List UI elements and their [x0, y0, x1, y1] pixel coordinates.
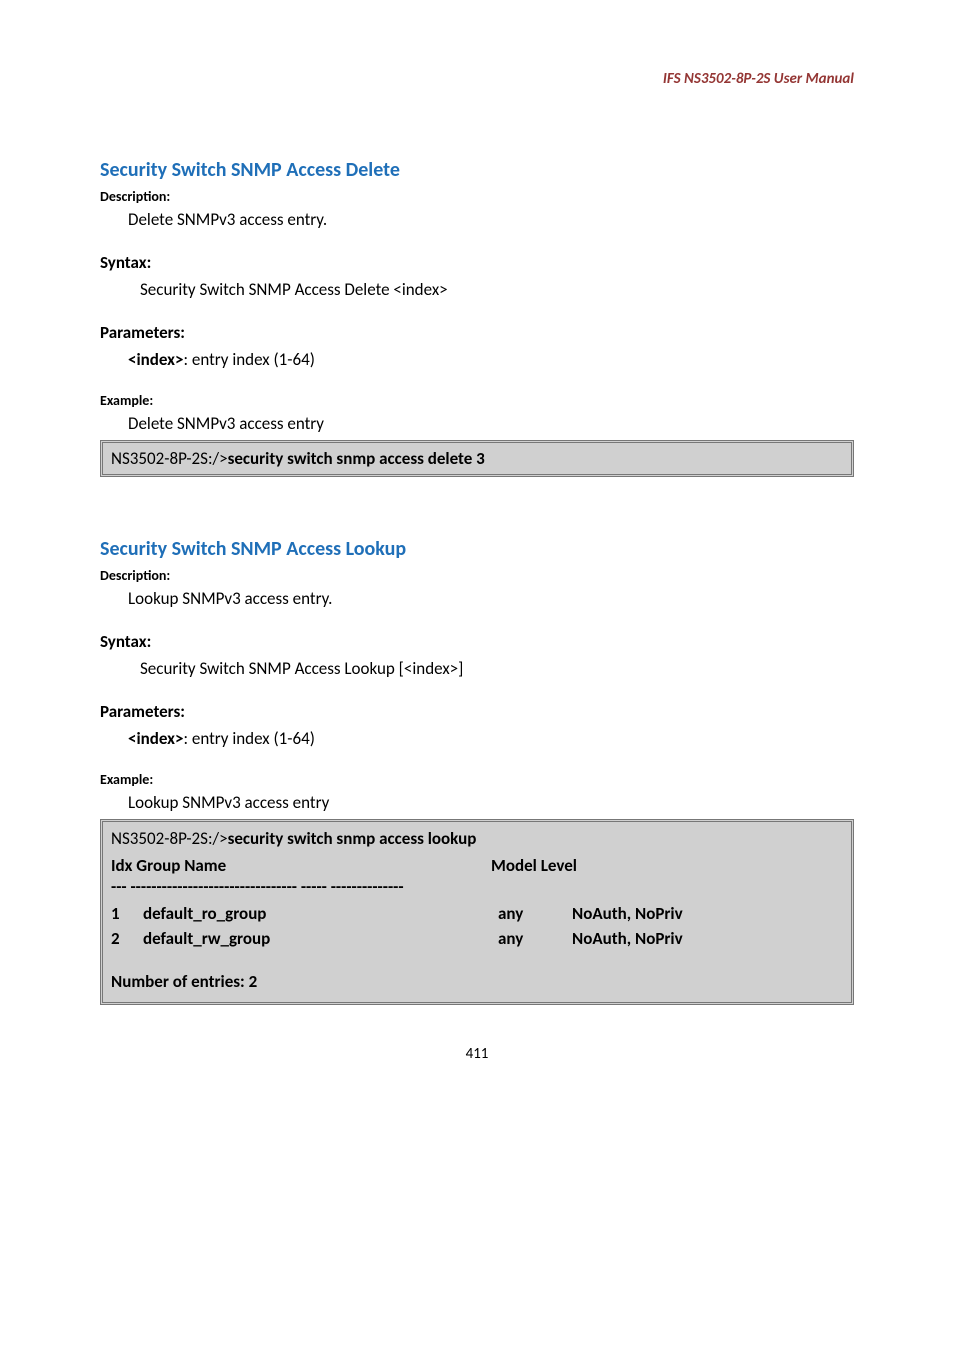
table-row: 1 default_ro_group any NoAuth, NoPriv [111, 903, 843, 924]
row-model: any [498, 928, 572, 949]
code-command: security switch snmp access delete 3 [228, 448, 485, 469]
table-header-row: Idx Group Name Model Level [111, 855, 843, 876]
code-command: security switch snmp access lookup [228, 828, 477, 849]
code-prompt: NS3502-8P-2S:/> [111, 828, 228, 849]
syntax-label: Syntax: [100, 631, 854, 652]
row-level: NoAuth, NoPriv [572, 903, 843, 924]
example-text: Lookup SNMPv3 access entry [128, 792, 854, 813]
page-number: 411 [100, 1045, 854, 1063]
row-name: default_ro_group [143, 903, 498, 924]
syntax-text: Security Switch SNMP Access Lookup [<ind… [140, 658, 854, 679]
code-box-delete: NS3502-8P-2S:/>security switch snmp acce… [100, 440, 854, 477]
table-divider: --- -------------------------------- ---… [111, 876, 843, 897]
description-label: Description: [100, 188, 854, 205]
example-label: Example: [100, 392, 854, 409]
page-header-product: IFS NS3502-8P-2S User Manual [100, 70, 854, 88]
parameter-line: <index>: entry index (1-64) [128, 728, 854, 749]
row-idx: 1 [111, 903, 143, 924]
parameter-rest: : entry index (1-64) [183, 728, 314, 749]
code-box-lookup: NS3502-8P-2S:/>security switch snmp acce… [100, 819, 854, 1005]
row-name: default_rw_group [143, 928, 498, 949]
parameter-rest: : entry index (1-64) [183, 349, 314, 370]
code-prompt: NS3502-8P-2S:/> [111, 448, 228, 469]
parameter-line: <index>: entry index (1-64) [128, 349, 854, 370]
table-header-level: Model Level [491, 855, 843, 876]
syntax-label: Syntax: [100, 252, 854, 273]
row-idx: 2 [111, 928, 143, 949]
table-header-group: Idx Group Name [111, 855, 491, 876]
syntax-text: Security Switch SNMP Access Delete <inde… [140, 279, 854, 300]
example-label: Example: [100, 771, 854, 788]
parameters-label: Parameters: [100, 322, 854, 343]
parameters-label: Parameters: [100, 701, 854, 722]
table-row: 2 default_rw_group any NoAuth, NoPriv [111, 928, 843, 949]
description-text: Delete SNMPv3 access entry. [128, 209, 854, 230]
row-model: any [498, 903, 572, 924]
row-level: NoAuth, NoPriv [572, 928, 843, 949]
example-text: Delete SNMPv3 access entry [128, 413, 854, 434]
description-label: Description: [100, 567, 854, 584]
section-heading-access-lookup: Security Switch SNMP Access Lookup [100, 537, 854, 561]
description-text: Lookup SNMPv3 access entry. [128, 588, 854, 609]
parameter-key: <index> [128, 728, 183, 749]
code-command-line: NS3502-8P-2S:/>security switch snmp acce… [111, 828, 843, 849]
entries-count: Number of entries: 2 [111, 971, 843, 992]
parameter-key: <index> [128, 349, 183, 370]
section-heading-access-delete: Security Switch SNMP Access Delete [100, 158, 854, 182]
